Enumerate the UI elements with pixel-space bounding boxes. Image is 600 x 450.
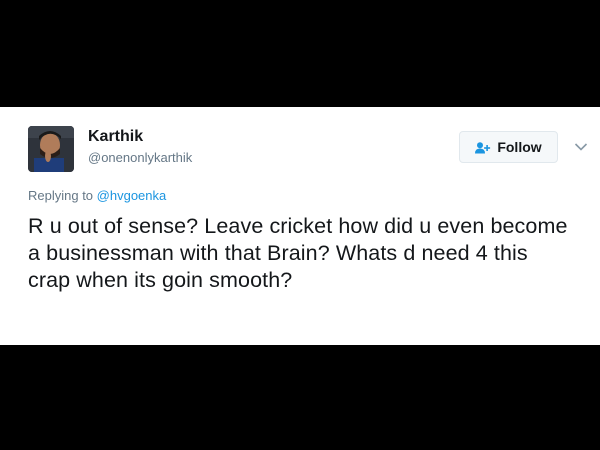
tweet-card: Karthik @onenonlykarthik Follow Replying… <box>0 107 600 345</box>
follow-label: Follow <box>497 139 542 155</box>
add-user-icon <box>475 141 491 154</box>
replying-prefix: Replying to <box>28 188 97 203</box>
avatar[interactable] <box>28 126 74 172</box>
user-handle[interactable]: @onenonlykarthik <box>88 149 192 167</box>
letterbox-top <box>0 0 600 107</box>
tweet-text: R u out of sense? Leave cricket how did … <box>28 214 568 292</box>
avatar-image <box>28 126 74 172</box>
mention-link[interactable]: @hvgoenka <box>97 188 167 203</box>
chevron-down-icon[interactable] <box>574 139 588 151</box>
display-name[interactable]: Karthik <box>88 127 143 147</box>
follow-button[interactable]: Follow <box>459 131 558 163</box>
replying-to: Replying to @hvgoenka <box>28 187 166 205</box>
letterbox-bottom <box>0 345 600 450</box>
